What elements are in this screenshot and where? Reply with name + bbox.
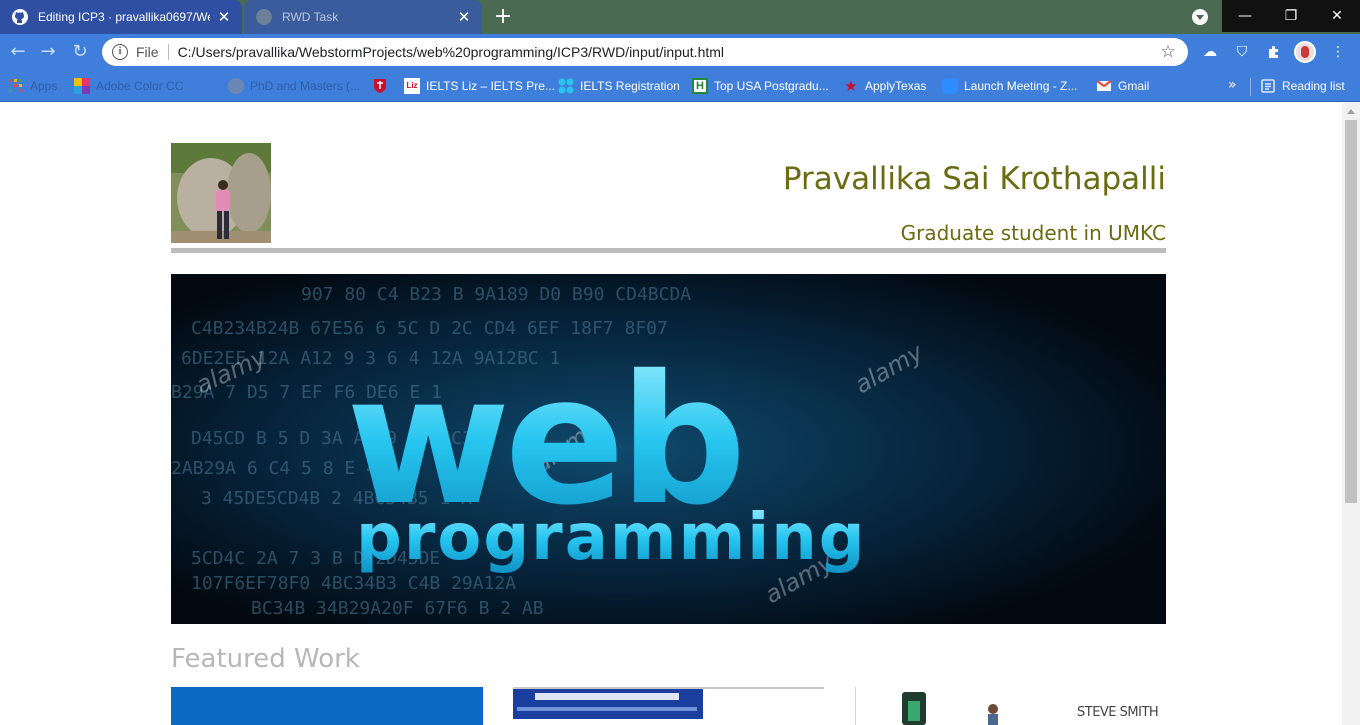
liz-icon: Liz [404, 78, 420, 94]
page-scrollbar[interactable] [1342, 103, 1360, 725]
page-viewport: Pravallika Sai Krothapalli Graduate stud… [0, 103, 1342, 725]
bookmark-top-usa[interactable]: H Top USA Postgradu... [692, 77, 829, 95]
color-wheel-icon [74, 78, 90, 94]
reading-list-button[interactable]: Reading list [1260, 77, 1345, 95]
bookmark-label: Top USA Postgradu... [714, 79, 829, 93]
svg-text:107F6EF78F0 4BC34B3 C4B 29A12A: 107F6EF78F0 4BC34B3 C4B 29A12A [191, 573, 516, 594]
close-window-button[interactable]: ✕ [1314, 0, 1360, 32]
svg-text:907 80 C4 B23 B 9A189 D0 B90 C: 907 80 C4 B23 B 9A189 D0 B90 CD4BCDA [301, 284, 691, 305]
reading-list-icon [1261, 79, 1275, 93]
gmail-icon [1096, 80, 1112, 91]
scroll-up-arrow-icon[interactable] [1347, 109, 1355, 114]
bookmark-label: IELTS Liz – IELTS Pre... [426, 79, 555, 93]
extension-cloud-icon[interactable]: ☁ [1200, 42, 1220, 62]
new-tab-button[interactable]: + [492, 6, 514, 28]
profile-photo [171, 143, 271, 243]
globe-icon [256, 9, 272, 25]
tab-editing-icp3[interactable]: Editing ICP3 · pravallika0697/Web ✕ [0, 0, 242, 34]
bookmark-crest[interactable] [372, 77, 394, 95]
bookmark-label: Apps [30, 79, 58, 93]
puzzle-icon[interactable] [1264, 42, 1284, 62]
back-arrow-icon[interactable]: ← [8, 42, 28, 62]
tab-title: RWD Task [282, 10, 339, 24]
featured-thumbnail-2[interactable] [513, 687, 824, 725]
scheme-label: File [136, 44, 159, 60]
apps-grid-icon [9, 79, 22, 92]
bookmark-zoom[interactable]: Launch Meeting - Z... [942, 77, 1077, 95]
tab-search-icon[interactable] [1192, 9, 1208, 25]
svg-text:BC34B 34B29A20F 67F6 B 2 AB: BC34B 34B29A20F 67F6 B 2 AB [251, 598, 544, 619]
close-icon[interactable]: ✕ [216, 9, 232, 25]
hero-subheadline: programming [356, 501, 867, 575]
tab-strip: Editing ICP3 · pravallika0697/Web ✕ RWD … [0, 0, 1360, 34]
reading-list-label: Reading list [1282, 79, 1345, 93]
avatar[interactable] [1294, 41, 1316, 63]
bookmark-label: Launch Meeting - Z... [964, 79, 1078, 93]
bookmark-label: IELTS Registration [580, 79, 680, 93]
tab-rwd-task[interactable]: RWD Task ✕ [244, 0, 482, 34]
hero-banner-image: 907 80 C4 B23 B 9A189 D0 B90 CD4BCDA C4B… [171, 274, 1166, 624]
bookmark-gmail[interactable]: Gmail [1096, 77, 1149, 95]
reload-icon[interactable]: ↻ [70, 42, 90, 62]
kebab-menu-icon[interactable]: ⋮ [1328, 42, 1348, 62]
page-title: Pravallika Sai Krothapalli [782, 161, 1166, 197]
url-text[interactable]: C:/Users/pravallika/WebstormProjects/web… [178, 44, 1158, 60]
restore-button[interactable]: ❐ [1268, 0, 1314, 32]
close-icon[interactable]: ✕ [456, 9, 472, 25]
header-divider [171, 248, 1166, 253]
more-bookmarks-button[interactable]: » [1228, 77, 1237, 93]
bookmark-apps[interactable]: Apps [8, 77, 57, 95]
scrollbar-thumb[interactable] [1345, 120, 1357, 503]
divider [1250, 78, 1251, 96]
forward-arrow-icon[interactable]: → [38, 42, 58, 62]
page-subtitle: Graduate student in UMKC [900, 221, 1166, 245]
puzzle-logo-icon [558, 78, 574, 94]
featured-thumbnail-3[interactable]: STEVE SMITH [855, 687, 1166, 725]
shield-crest-icon [374, 79, 386, 93]
browser-toolbar: ← → ↻ i File C:/Users/pravallika/Webstor… [0, 34, 1360, 70]
bookmark-ielts-liz[interactable]: Liz IELTS Liz – IELTS Pre... [404, 77, 555, 95]
bookmark-ielts-registration[interactable]: IELTS Registration [558, 77, 680, 95]
bookmark-phd-masters[interactable]: PhD and Masters (... [228, 77, 360, 95]
bookmarks-bar: Apps Adobe Color CC PhD and Masters (...… [0, 70, 1360, 102]
bookmark-label: Gmail [1118, 79, 1150, 93]
bookmark-label: PhD and Masters (... [250, 79, 361, 93]
github-icon [12, 9, 28, 25]
star-icon: ★ [844, 77, 858, 95]
bookmark-adobe-color[interactable]: Adobe Color CC [74, 77, 183, 95]
bookmark-applytexas[interactable]: ★ ApplyTexas [843, 77, 926, 95]
minimize-button[interactable]: — [1222, 0, 1268, 32]
divider [167, 44, 169, 60]
info-icon[interactable]: i [112, 44, 128, 60]
address-bar[interactable]: i File C:/Users/pravallika/WebstormProje… [102, 38, 1188, 66]
extension-shield-icon[interactable]: ⛉ [1232, 42, 1252, 62]
bookmark-label: ApplyTexas [865, 79, 927, 93]
bookmark-star-icon[interactable]: ☆ [1158, 42, 1178, 62]
zoom-icon [942, 78, 958, 94]
thumbnail-caption: STEVE SMITH [1077, 705, 1159, 720]
svg-text:C4B234B24B 67E56 6 5C D 2C CD4: C4B234B24B 67E56 6 5C D 2C CD4 6EF 18F7 … [191, 318, 668, 339]
featured-thumbnail-1[interactable] [171, 687, 483, 725]
bookmark-label: Adobe Color CC [96, 79, 184, 93]
tab-title: Editing ICP3 · pravallika0697/Web [38, 10, 210, 24]
h-logo-icon: H [692, 78, 708, 94]
globe-icon [228, 78, 244, 94]
featured-work-heading: Featured Work [171, 644, 360, 674]
